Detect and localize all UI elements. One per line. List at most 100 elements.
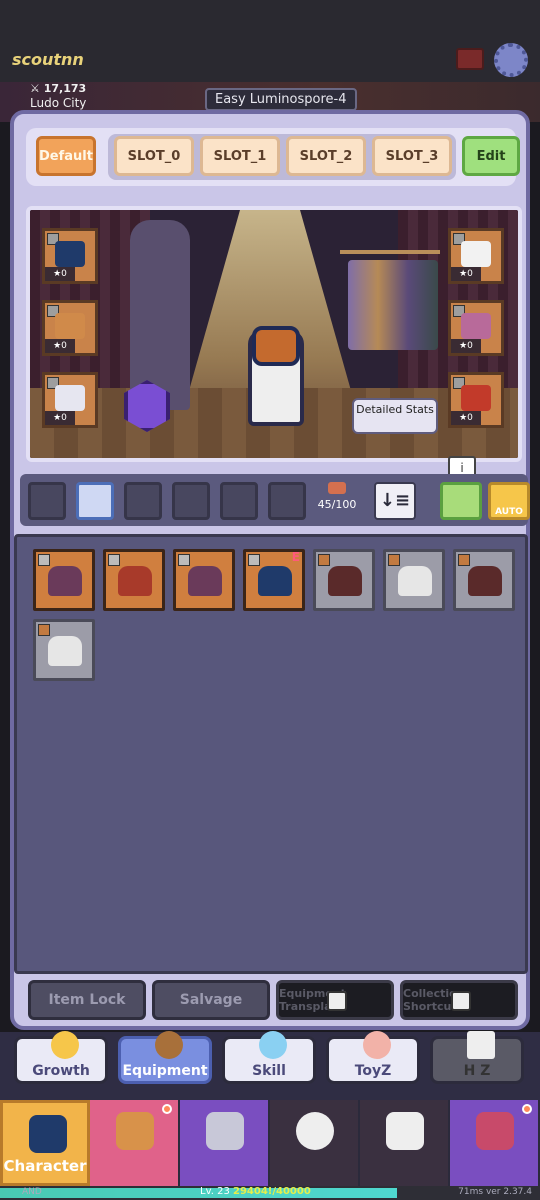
inventory-item[interactable] [173, 549, 235, 611]
tier-badge [458, 554, 470, 566]
tools-icon[interactable] [440, 482, 482, 520]
toyz-label: ToyZ [354, 1063, 392, 1079]
inventory-item[interactable] [313, 549, 375, 611]
inventory-capacity: 45/100 [312, 482, 362, 511]
level-value: 23 [217, 1186, 230, 1197]
stars-count: 0 [467, 413, 473, 423]
filter-weapon-tab[interactable] [28, 482, 66, 520]
lock-icon [451, 991, 471, 1011]
edit-button[interactable]: Edit [462, 136, 520, 176]
bottom-nav: Character [0, 1100, 540, 1186]
nav-battle-tab[interactable] [180, 1100, 270, 1186]
nav-shop-tab[interactable] [450, 1100, 540, 1186]
filter-bar: 45/100 ↓≡ AUTO [20, 474, 530, 526]
toyz-button[interactable]: ToyZ [326, 1031, 420, 1084]
pickaxe-icon [155, 1031, 183, 1059]
capacity-text: 45/100 [317, 498, 357, 511]
equipment-button[interactable]: Equipment [118, 1031, 212, 1084]
skill-label: Skill [252, 1063, 286, 1079]
auto-equip-button[interactable]: AUTO [488, 482, 530, 520]
action-row: Item Lock Salvage Equipment Transplant C… [24, 980, 524, 1024]
shopping-cart-icon [476, 1112, 514, 1150]
sort-button[interactable]: ↓≡ [374, 482, 416, 520]
helmet-icon [468, 566, 502, 596]
helmet-icon [258, 566, 292, 596]
wallet-icon[interactable] [456, 48, 484, 70]
nav-locked-tab-1[interactable] [270, 1100, 360, 1186]
character-preview: ★0 ★0 ★0 ★0 ★0 ★0 Detailed Stats [26, 206, 522, 462]
locked-menu-button[interactable]: H Z [430, 1031, 524, 1084]
filter-helmet-tab[interactable] [76, 482, 114, 520]
equipped-badge: E [291, 550, 300, 564]
level-xp-text: Lv. 23 29404!/40000 [200, 1186, 311, 1197]
status-left: AND [22, 1187, 42, 1197]
inventory-item[interactable] [103, 549, 165, 611]
lock-icon [386, 1112, 424, 1150]
filter-hat-tab[interactable] [172, 482, 210, 520]
city-label: Ludo City [30, 96, 87, 110]
slot-0-button[interactable]: SLOT_0 [114, 136, 194, 176]
power-number: 17,173 [43, 82, 87, 95]
filter-shoes-tab[interactable] [268, 482, 306, 520]
nav-locked-tab-2[interactable] [360, 1100, 450, 1186]
item-lock-button[interactable]: Item Lock [28, 980, 146, 1020]
filter-gloves-tab[interactable] [220, 482, 258, 520]
slot-2-button[interactable]: SLOT_2 [286, 136, 366, 176]
notification-dot [522, 1104, 532, 1114]
filter-armor-tab[interactable] [124, 482, 162, 520]
tier-badge [108, 554, 120, 566]
inventory-item[interactable] [453, 549, 515, 611]
equip-slot-weapon[interactable]: ★0 [448, 372, 504, 428]
character-label: Character [3, 1157, 87, 1175]
stars-count: 0 [61, 413, 67, 423]
equip-slot-gloves[interactable]: ★0 [448, 300, 504, 356]
helmet-icon [48, 636, 82, 666]
nav-character-tab[interactable]: Character [0, 1100, 90, 1186]
equip-slot-armor[interactable]: ★0 [42, 300, 98, 356]
tier-badge [38, 624, 50, 636]
slot-3-button[interactable]: SLOT_3 [372, 136, 452, 176]
equip-slot-pants[interactable]: ★0 [42, 372, 98, 428]
salvage-button[interactable]: Salvage [152, 980, 270, 1020]
toy-icon [363, 1031, 391, 1059]
slot-1-button[interactable]: SLOT_1 [200, 136, 280, 176]
growth-button[interactable]: Growth [14, 1031, 108, 1084]
equipment-label: Equipment [122, 1063, 208, 1079]
inventory-item[interactable] [33, 549, 95, 611]
inventory-item[interactable] [33, 619, 95, 681]
skill-button[interactable]: Skill [222, 1031, 316, 1084]
lock-icon [327, 991, 347, 1011]
lock-icon [467, 1031, 495, 1059]
nav-backpack-tab[interactable] [90, 1100, 180, 1186]
stars-badge: ★0 [451, 411, 481, 425]
equipment-panel: Default SLOT_0 SLOT_1 SLOT_2 SLOT_3 Edit… [10, 110, 530, 1030]
stars-count: 0 [61, 341, 67, 351]
stars-badge: ★0 [45, 411, 75, 425]
stage-label[interactable]: Easy Luminospore-4 [205, 88, 357, 111]
default-loadout-button[interactable]: Default [36, 136, 96, 176]
detailed-stats-button[interactable]: Detailed Stats [352, 398, 438, 434]
pants-icon [55, 385, 85, 411]
xp-value: 29404!/40000 [233, 1186, 311, 1197]
inventory-item[interactable] [383, 549, 445, 611]
gear-icon[interactable] [494, 43, 528, 77]
locked-menu-label: H Z [463, 1063, 491, 1079]
equip-slot-shirt[interactable]: ★0 [448, 228, 504, 284]
lock-icon [296, 1112, 334, 1150]
menu-bar: Growth Equipment Skill ToyZ H Z [0, 1031, 540, 1100]
capacity-icon [328, 482, 346, 494]
growth-label: Growth [32, 1063, 90, 1079]
tier-badge [178, 554, 190, 566]
stars-count: 0 [467, 269, 473, 279]
collection-shortcut-button[interactable]: Collection Shortcut [400, 980, 518, 1020]
level-prefix: Lv. [200, 1186, 214, 1197]
armor-icon [55, 313, 85, 339]
tier-badge [38, 554, 50, 566]
equipment-transplant-button[interactable]: Equipment Transplant [276, 980, 394, 1020]
stars-count: 0 [467, 341, 473, 351]
gloves-icon [461, 313, 491, 339]
inventory-grid: E [14, 534, 528, 974]
inventory-item-equipped[interactable]: E [243, 549, 305, 611]
equip-slot-helmet[interactable]: ★0 [42, 228, 98, 284]
salvage-label: Salvage [179, 992, 243, 1008]
